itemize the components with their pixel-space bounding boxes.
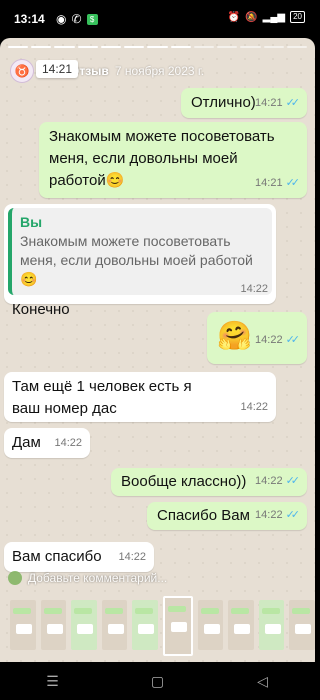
progress-segment (31, 46, 52, 48)
message-bubble-outgoing[interactable]: Отлично) 14:21 ✓✓ (181, 88, 307, 118)
message-meta: 14:22 ✓✓ (255, 504, 301, 526)
story-thumbnail[interactable] (101, 600, 127, 650)
status-time: 13:14 (14, 12, 45, 26)
progress-segment (286, 46, 308, 48)
message-text: Вообще классно)) (121, 473, 247, 490)
comment-input[interactable]: Добавьте комментарий... (8, 568, 248, 588)
read-ticks-icon: ✓✓ (285, 97, 301, 109)
story-thumbnail-active[interactable] (162, 596, 193, 656)
message-meta: 14:21 ✓✓ (255, 172, 301, 194)
mute-icon: 🔕 (245, 11, 258, 23)
sticker-icon[interactable] (8, 571, 22, 585)
story-header: ♉ 14:21 Отзыв 7 ноября 2023 г. (10, 58, 305, 84)
story-thumbnail[interactable] (258, 600, 285, 650)
progress-segment (240, 46, 261, 48)
progress-segment (124, 46, 145, 48)
wifi-calling-icon: ◉ (56, 12, 67, 26)
avatar[interactable]: ♉ (10, 59, 34, 83)
quote-author: Вы (20, 214, 43, 230)
progress-segment (77, 46, 98, 48)
hug-emoji: 🤗 (217, 320, 252, 351)
progress-segment (217, 46, 238, 48)
message-bubble-outgoing[interactable]: 🤗 14:22 ✓✓ (207, 312, 307, 364)
progress-segment (193, 46, 215, 48)
message-bubble-outgoing[interactable]: Спасибо Вам 14:22 ✓✓ (147, 502, 307, 530)
message-meta: 14:22 (54, 432, 82, 454)
message-time: 14:21 (255, 177, 283, 189)
message-text: Спасибо Вам (157, 507, 250, 524)
read-ticks-icon: ✓✓ (285, 177, 301, 189)
story-date: 7 ноября 2023 г. (114, 64, 205, 78)
message-time: 14:22 (240, 401, 268, 413)
system-navigation-bar: ☰ ▢ ◁ (0, 662, 315, 700)
progress-segment (100, 46, 122, 48)
message-bubble-outgoing[interactable]: Знакомым можете посоветовать меня, если … (39, 122, 307, 198)
progress-segment (8, 46, 29, 48)
back-icon[interactable]: ◁ (248, 666, 278, 696)
home-icon[interactable]: ▢ (143, 666, 173, 696)
menu-icon[interactable]: ☰ (38, 666, 68, 696)
message-meta: 14:22 (118, 546, 146, 568)
read-ticks-icon: ✓✓ (285, 475, 301, 487)
message-meta: 14:21 ✓✓ (255, 92, 301, 114)
story-viewer[interactable]: ♉ 14:21 Отзыв 7 ноября 2023 г. Отлично) … (0, 38, 315, 662)
message-text: Знакомым можете посоветовать меня, если … (49, 128, 275, 189)
story-thumbnail[interactable] (10, 600, 36, 650)
story-thumbnail[interactable] (228, 600, 254, 650)
message-meta: 14:22 ✓✓ (255, 470, 301, 492)
story-thumbnail[interactable] (71, 600, 97, 650)
message-bubble-incoming[interactable]: Там ещё 1 человек есть я ваш номер дас 1… (4, 372, 276, 422)
app-notification-icon: $ (86, 13, 98, 25)
story-thumbnail[interactable] (40, 600, 66, 650)
message-bubble-incoming[interactable]: Вы Знакомым можете посоветовать меня, ес… (4, 204, 276, 318)
story-thumbnail[interactable] (132, 600, 158, 650)
status-right-icons: ⏰ 🔕 ▂▄▆ 20 (228, 11, 305, 23)
story-thumbnail[interactable] (197, 600, 224, 650)
message-time: 14:22 (255, 509, 283, 521)
progress-segment (170, 46, 191, 48)
message-meta: 14:22 (240, 396, 268, 418)
message-time: 14:22 (240, 283, 268, 295)
progress-segment (54, 46, 75, 48)
notification-icons: ◉ ✆ $ (56, 12, 98, 26)
status-bar: 13:14 ◉ ✆ $ ⏰ 🔕 ▂▄▆ 20 (0, 0, 315, 38)
signal-icon: ▂▄▆ (262, 11, 286, 23)
message-time: 14:22 (54, 437, 82, 449)
message-text: Отлично) (191, 94, 256, 111)
message-time: 14:22 (255, 475, 283, 487)
message-meta: 14:22 (240, 278, 268, 300)
message-meta: 14:22 ✓✓ (255, 320, 301, 360)
message-text: Дам (12, 434, 41, 451)
message-time: 14:22 (255, 334, 283, 346)
messenger-icon: ✆ (71, 12, 82, 26)
time-tooltip: 14:21 (36, 60, 79, 78)
story-progress-bar (8, 46, 308, 48)
message-bubble-incoming[interactable]: Дам 14:22 (4, 428, 90, 458)
story-thumbnail-strip[interactable] (0, 594, 315, 660)
progress-segment (263, 46, 284, 48)
quote-text: Знакомым можете посоветовать меня, если … (20, 233, 253, 287)
read-ticks-icon: ✓✓ (285, 509, 301, 521)
message-text: Вам спасибо (12, 548, 102, 565)
story-thumbnail[interactable] (289, 600, 315, 650)
alarm-icon: ⏰ (227, 11, 241, 23)
progress-segment (147, 46, 168, 48)
message-time: 14:22 (118, 551, 146, 563)
message-text: Там ещё 1 человек есть я ваш номер дас (12, 378, 192, 417)
message-bubble-outgoing[interactable]: Вообще классно)) 14:22 ✓✓ (111, 468, 307, 496)
message-time: 14:21 (255, 97, 283, 109)
read-ticks-icon: ✓✓ (285, 334, 301, 346)
quoted-message[interactable]: Вы Знакомым можете посоветовать меня, ес… (8, 208, 272, 295)
comment-placeholder: Добавьте комментарий... (28, 571, 168, 585)
battery-icon: 20 (290, 11, 305, 23)
